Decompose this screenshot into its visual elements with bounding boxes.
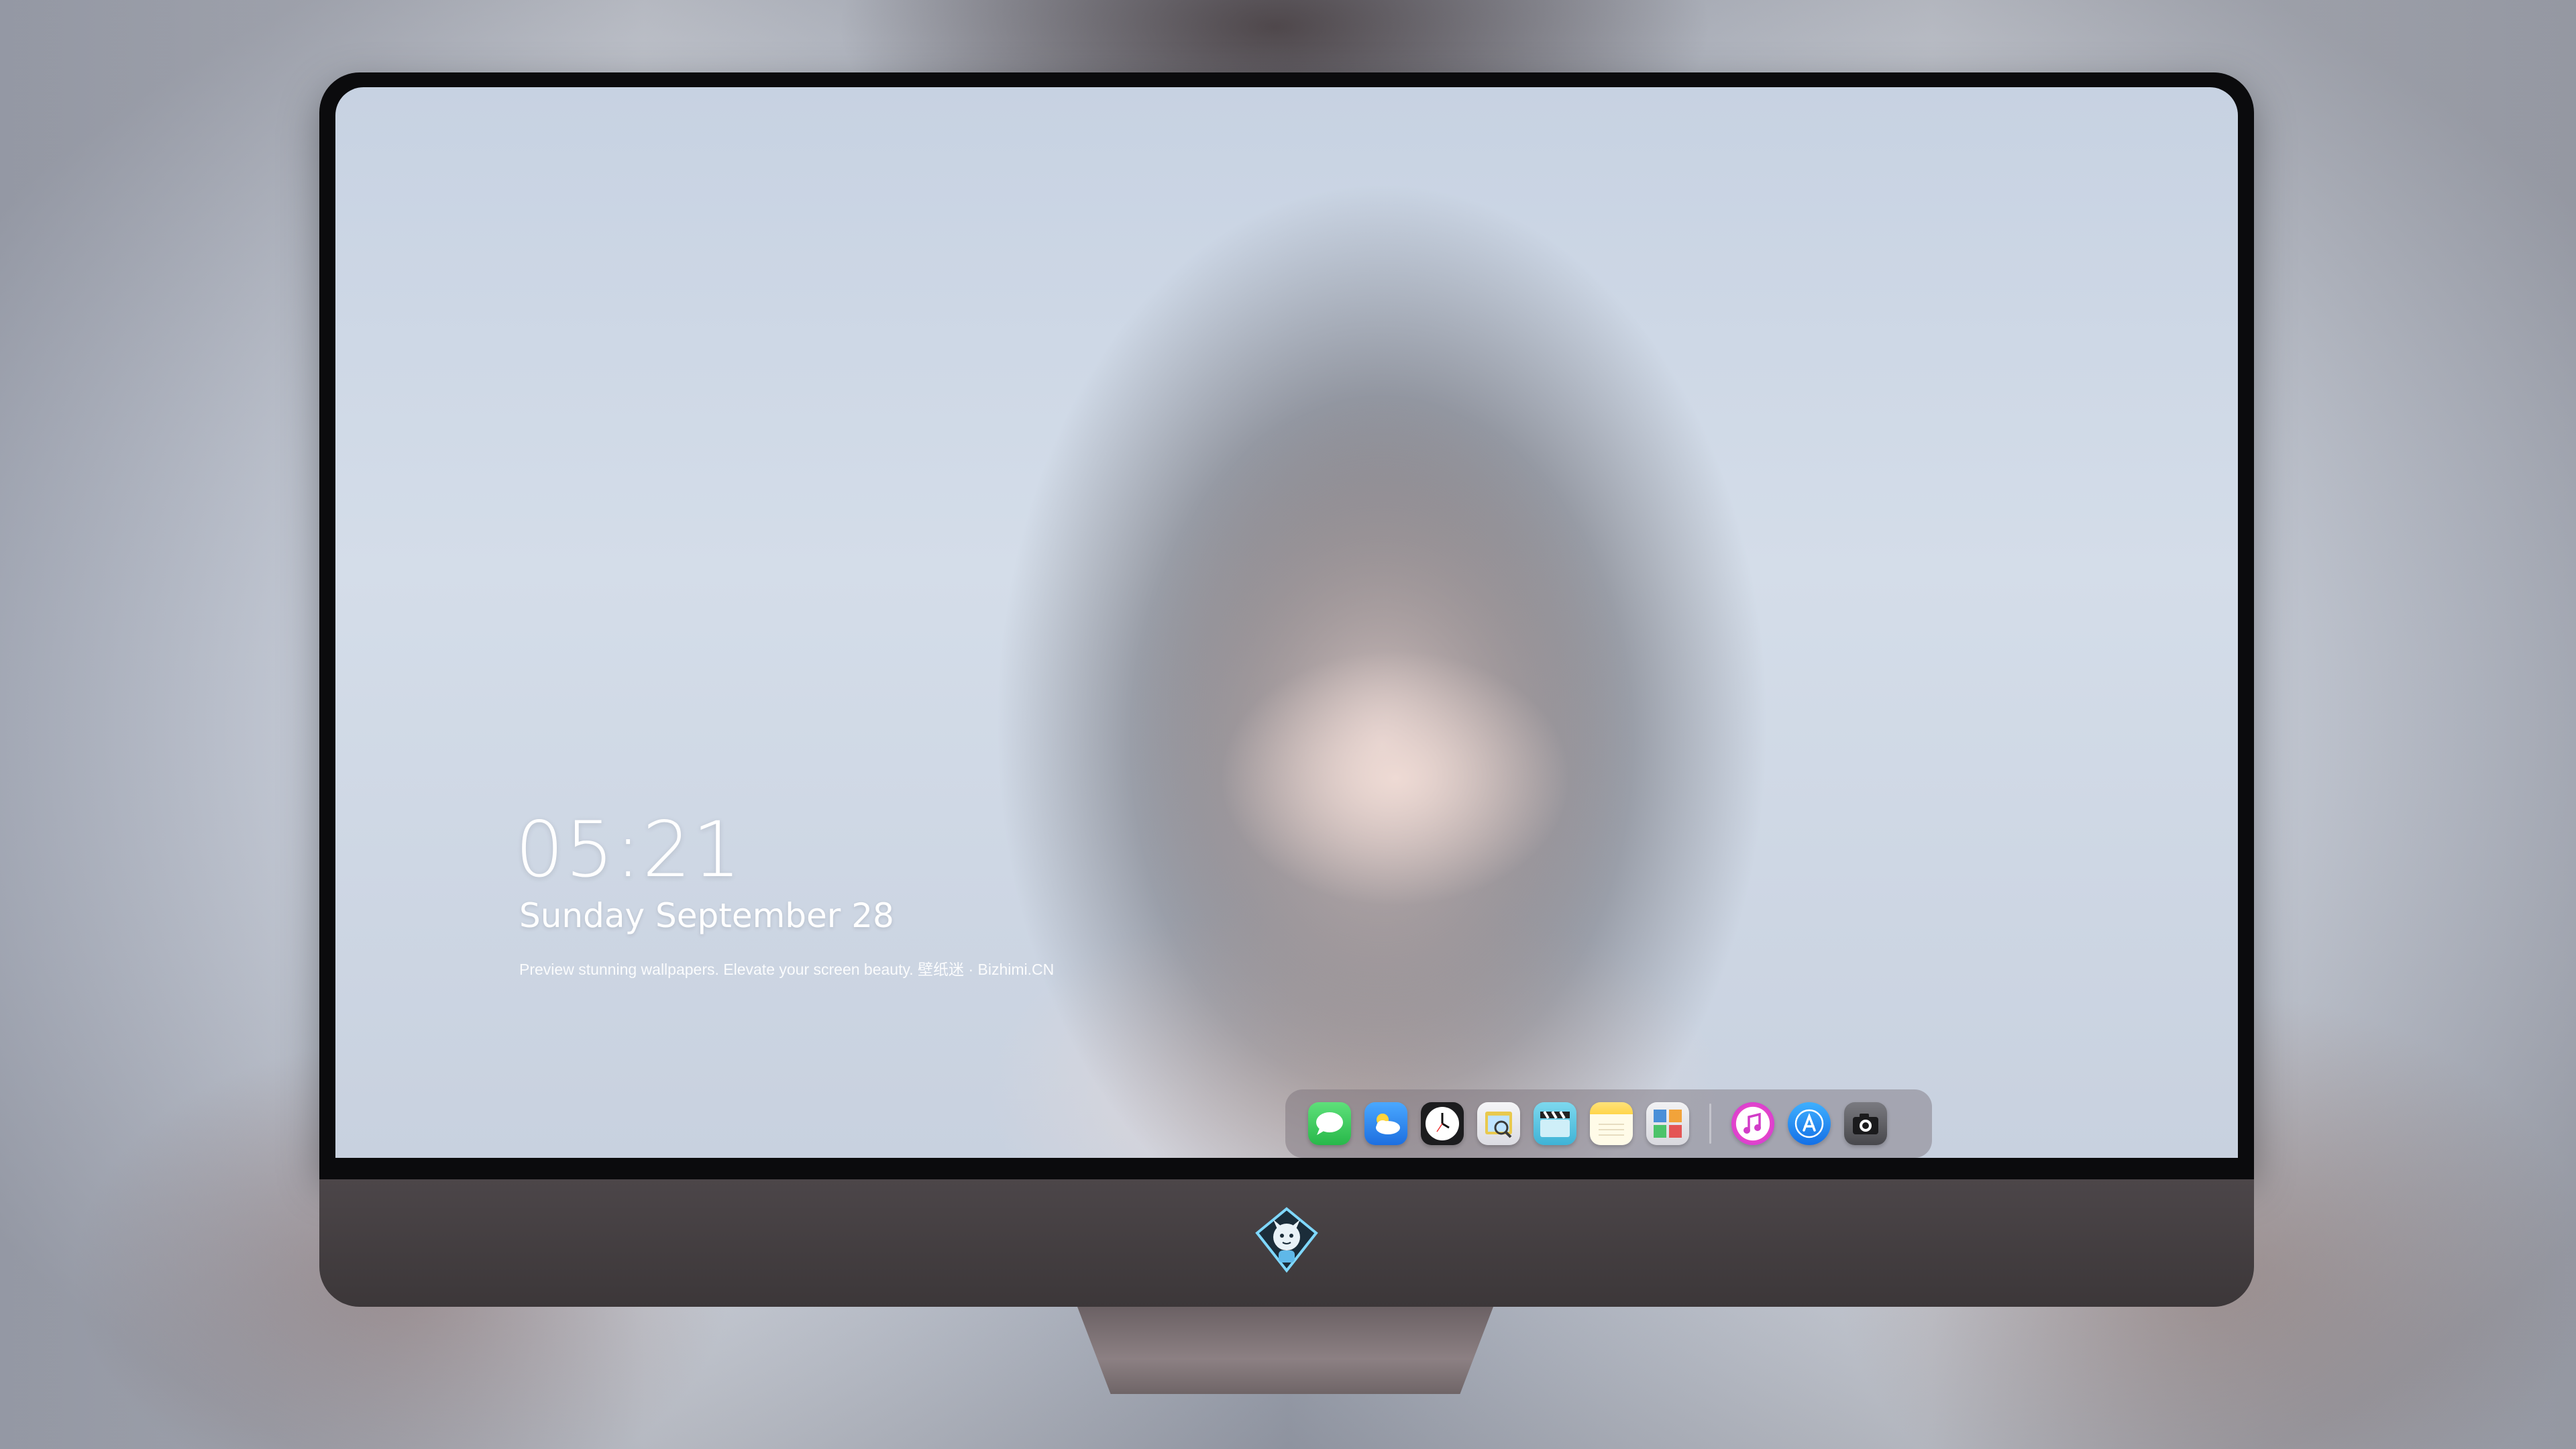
- monitor: 05:21 Sunday September 28 Preview stunni…: [319, 72, 2254, 1394]
- messages-icon[interactable]: [1308, 1102, 1351, 1145]
- lockscreen-date: Sunday September 28: [519, 896, 894, 935]
- clapper-icon[interactable]: [1534, 1102, 1576, 1145]
- monitor-chin: [319, 1170, 2254, 1307]
- clock-icon[interactable]: [1421, 1102, 1464, 1145]
- monitor-stand-neck: [1077, 1307, 1493, 1394]
- weather-icon[interactable]: [1364, 1102, 1407, 1145]
- lock-screen[interactable]: 05:21 Sunday September 28 Preview stunni…: [335, 87, 2238, 1158]
- monitor-bezel: 05:21 Sunday September 28 Preview stunni…: [319, 72, 2254, 1173]
- music-icon[interactable]: [1731, 1102, 1774, 1145]
- app-store-icon[interactable]: [1788, 1102, 1831, 1145]
- notes-icon[interactable]: [1590, 1102, 1633, 1145]
- preview-icon[interactable]: [1477, 1102, 1520, 1145]
- lockscreen-clock: 05:21: [515, 805, 743, 894]
- brand-logo-icon: [1253, 1206, 1320, 1273]
- dock-separator: [1709, 1104, 1711, 1144]
- dock: [1285, 1089, 1932, 1158]
- lockscreen-tagline: Preview stunning wallpapers. Elevate you…: [519, 961, 1055, 978]
- camera-icon[interactable]: [1844, 1102, 1887, 1145]
- photo-booth-icon[interactable]: [1646, 1102, 1689, 1145]
